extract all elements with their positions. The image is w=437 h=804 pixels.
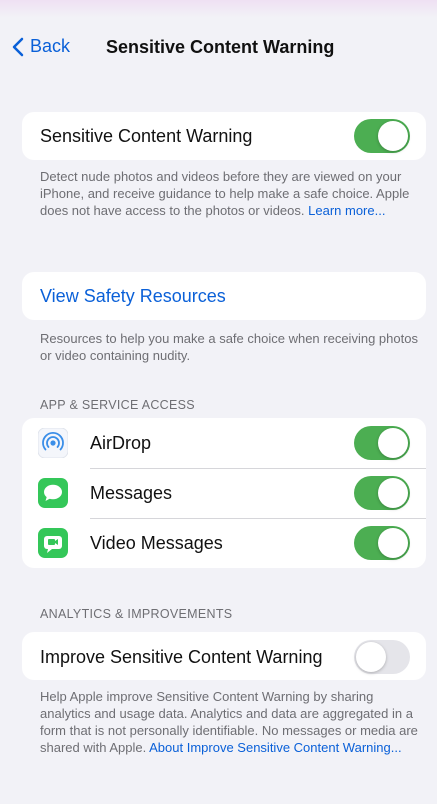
- app-item-label: Video Messages: [90, 533, 223, 553]
- sensitive-content-toggle[interactable]: [354, 119, 410, 153]
- analytics-description: Help Apple improve Sensitive Content War…: [40, 688, 420, 756]
- improve-sensitive-content-toggle[interactable]: [354, 640, 410, 674]
- video-messages-icon: [38, 528, 68, 558]
- toggle-knob: [356, 642, 386, 672]
- view-safety-resources-link[interactable]: View Safety Resources: [40, 286, 226, 307]
- back-label: Back: [30, 36, 71, 56]
- separator: [90, 518, 426, 519]
- about-improve-link[interactable]: About Improve Sensitive Content Warning.…: [149, 740, 401, 755]
- main-toggle-group: Sensitive Content Warning: [22, 112, 426, 160]
- navigation-bar: Back Sensitive Content Warning: [0, 28, 437, 68]
- top-glow: [0, 0, 437, 18]
- messages-toggle[interactable]: [354, 476, 410, 510]
- toggle-knob: [378, 428, 408, 458]
- back-button[interactable]: Back: [12, 36, 70, 57]
- main-toggle-label: Sensitive Content Warning: [40, 126, 253, 146]
- chevron-left-icon: [12, 37, 24, 56]
- app-access-group: AirDrop Messages Video Messages: [22, 418, 426, 568]
- app-item-label: Messages: [90, 483, 173, 503]
- app-access-header: APP & SERVICE ACCESS: [40, 398, 195, 412]
- analytics-group: Improve Sensitive Content Warning: [22, 632, 426, 680]
- app-item-label: AirDrop: [90, 433, 152, 453]
- safety-resources-group: View Safety Resources: [22, 272, 426, 320]
- learn-more-link[interactable]: Learn more...: [308, 203, 385, 218]
- analytics-header: ANALYTICS & IMPROVEMENTS: [40, 607, 233, 621]
- airdrop-icon: [37, 427, 69, 459]
- toggle-knob: [378, 121, 408, 151]
- messages-icon: [38, 478, 68, 508]
- page-title: Sensitive Content Warning: [106, 37, 335, 57]
- safety-resources-description: Resources to help you make a safe choice…: [40, 331, 418, 363]
- toggle-knob: [378, 478, 408, 508]
- main-toggle-description: Detect nude photos and videos before the…: [40, 168, 420, 219]
- toggle-knob: [378, 528, 408, 558]
- airdrop-toggle[interactable]: [354, 426, 410, 460]
- separator: [90, 468, 426, 469]
- video-messages-toggle[interactable]: [354, 526, 410, 560]
- improve-label: Improve Sensitive Content Warning: [40, 647, 323, 667]
